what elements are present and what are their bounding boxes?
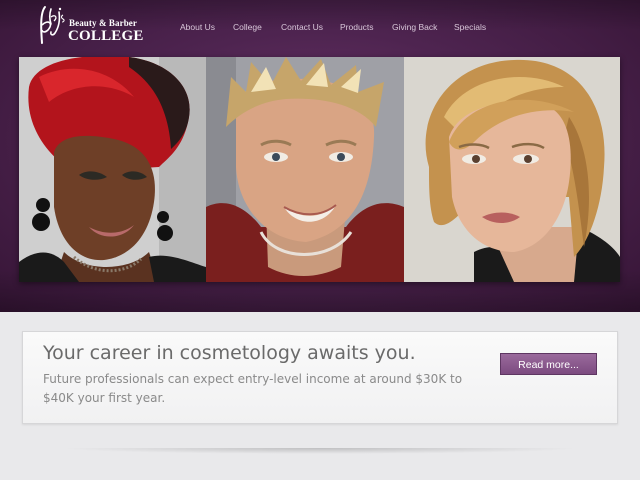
man-spiky-blond-hair-photo [206, 57, 404, 282]
promo-body: Future professionals can expect entry-le… [43, 372, 463, 405]
site-header: Beauty & Barber COLLEGE About Us College… [0, 0, 640, 312]
promo-panel: Your career in cosmetology awaits you. F… [22, 331, 618, 424]
nav-item-college[interactable]: College [233, 22, 262, 32]
nav-item-giving-back[interactable]: Giving Back [392, 22, 437, 32]
nav-item-products[interactable]: Products [340, 22, 374, 32]
read-more-button[interactable]: Read more... [500, 353, 597, 375]
nav-item-contact-us[interactable]: Contact Us [281, 22, 323, 32]
nav-item-about-us[interactable]: About Us [180, 22, 215, 32]
hero-photo-strip [19, 57, 620, 282]
panel-drop-shadow [60, 448, 580, 454]
promo-title: Your career in cosmetology awaits you. [43, 342, 416, 364]
main-nav: About Us College Contact Us Products Giv… [0, 22, 640, 36]
woman-red-hair-photo [19, 57, 206, 282]
nav-item-specials[interactable]: Specials [454, 22, 486, 32]
woman-blonde-bob-photo [404, 57, 620, 282]
